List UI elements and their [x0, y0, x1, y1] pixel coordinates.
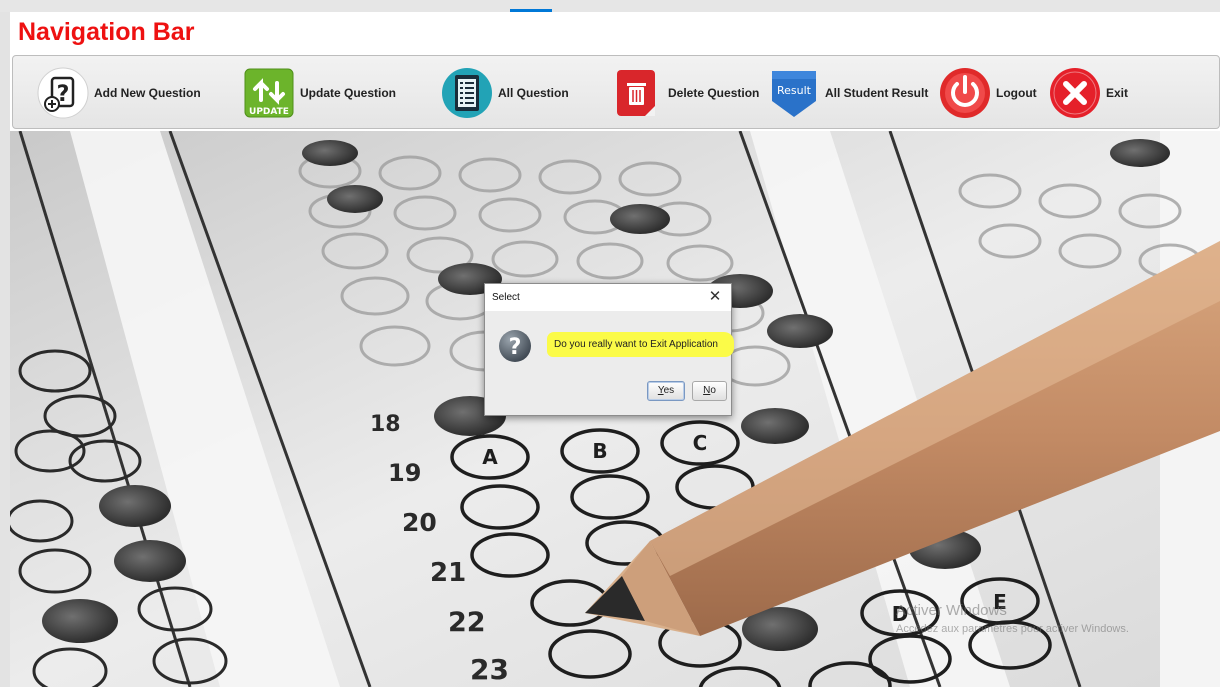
row-number-22: 22 [448, 607, 486, 638]
exit-label: Exit [1106, 86, 1129, 100]
svg-text:UPDATE: UPDATE [249, 107, 289, 117]
row-number-23: 23 [470, 653, 509, 686]
all-question-button[interactable]: All Question [441, 56, 569, 130]
yes-button[interactable]: Yes [647, 381, 685, 401]
power-icon [940, 68, 990, 118]
navigation-toolbar: ? Add New Question UPDATE Update Questio… [12, 55, 1220, 129]
bubble-letter-b: B [592, 439, 607, 463]
question-icon: ? [499, 330, 531, 362]
all-question-label: All Question [498, 86, 569, 100]
svg-text:?: ? [509, 335, 522, 360]
dialog-title: Select [492, 292, 520, 303]
logout-button[interactable]: Logout [939, 56, 1037, 130]
question-list-icon [442, 68, 492, 118]
logout-label: Logout [996, 86, 1037, 100]
no-button[interactable]: No [692, 381, 727, 401]
add-new-question-button[interactable]: ? Add New Question [37, 56, 201, 130]
result-badge-icon: Result [772, 71, 816, 117]
top-strip [0, 0, 1220, 12]
update-question-button[interactable]: UPDATE Update Question [243, 56, 396, 130]
watermark-line2: Accédez aux paramètres pour activer Wind… [896, 623, 1129, 635]
close-icon[interactable]: ✕ [704, 287, 726, 307]
add-new-question-label: Add New Question [94, 86, 201, 100]
bubble-letter-a: A [482, 445, 498, 469]
app-window: Navigation Bar ? Add New Question UPDATE… [10, 12, 1220, 687]
no-label-rest: o [710, 385, 716, 396]
exit-confirm-dialog: Select ✕ ? Do you really want to Exit Ap… [484, 283, 734, 416]
dialog-message: Do you really want to Exit Application [547, 332, 734, 357]
exit-button[interactable]: Exit [1049, 56, 1128, 130]
page-title: Navigation Bar [18, 18, 195, 46]
all-student-result-label: All Student Result [825, 86, 929, 100]
update-icon: UPDATE [244, 68, 294, 118]
update-question-label: Update Question [300, 86, 397, 100]
dialog-titlebar: Select ✕ [485, 284, 731, 311]
watermark-line1: Activer Windows [896, 602, 1007, 619]
row-number-20: 20 [402, 508, 437, 537]
svg-text:Result: Result [777, 84, 812, 97]
bubble-letter-c: C [693, 431, 708, 455]
delete-question-label: Delete Question [668, 86, 760, 100]
row-number-19: 19 [388, 459, 421, 487]
trash-icon [617, 70, 655, 116]
yes-label-rest: es [663, 385, 675, 396]
row-number-18: 18 [370, 412, 401, 437]
delete-question-button[interactable]: Delete Question [611, 56, 759, 130]
add-question-icon: ? [37, 67, 89, 119]
windows-activation-watermark: Activer Windows Accédez aux paramètres p… [896, 602, 1129, 635]
all-student-result-button[interactable]: Result All Student Result [768, 56, 928, 130]
row-number-21: 21 [430, 558, 466, 588]
close-circle-icon [1050, 68, 1100, 118]
